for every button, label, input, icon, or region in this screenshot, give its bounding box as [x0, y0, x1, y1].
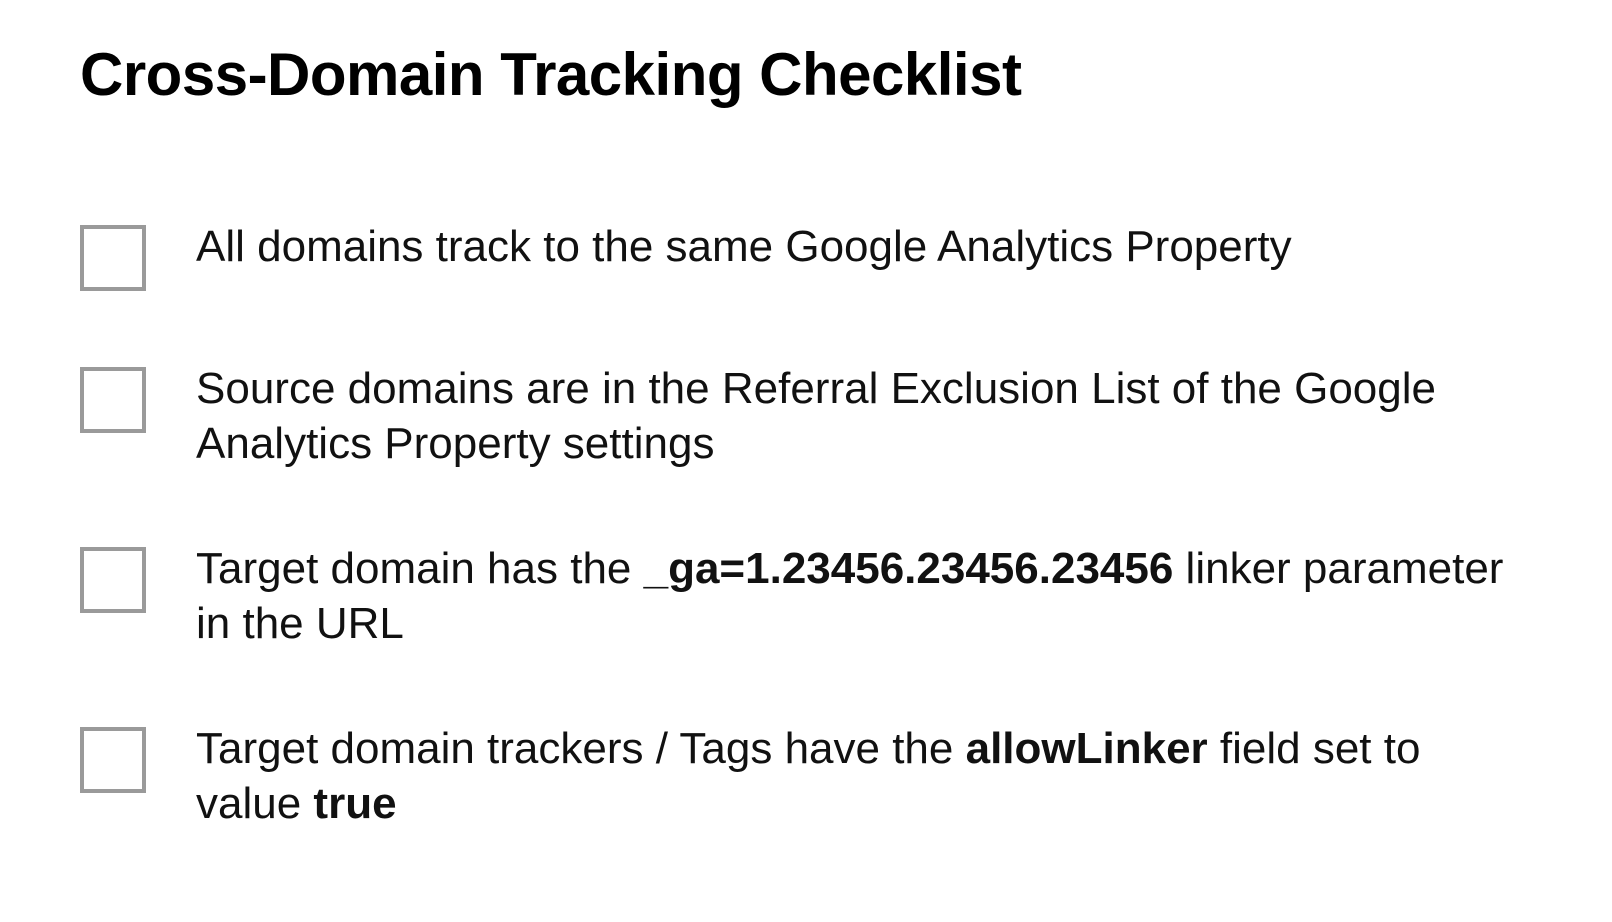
page-title: Cross-Domain Tracking Checklist — [80, 40, 1532, 109]
checkbox-icon[interactable] — [80, 547, 146, 613]
label-text: Target domain has the — [196, 544, 644, 593]
checklist-item-label: Target domain trackers / Tags have the a… — [196, 721, 1532, 831]
checklist-item: Source domains are in the Referral Exclu… — [80, 361, 1532, 471]
checklist-item-label: Source domains are in the Referral Exclu… — [196, 361, 1532, 471]
checklist-item: All domains track to the same Google Ana… — [80, 219, 1532, 291]
checkbox-icon[interactable] — [80, 225, 146, 291]
checkbox-icon[interactable] — [80, 727, 146, 793]
label-text: Source domains are in the Referral Exclu… — [196, 364, 1436, 468]
label-text: All domains track to the same Google Ana… — [196, 222, 1292, 271]
label-bold: allowLinker — [966, 724, 1208, 773]
label-bold: true — [313, 779, 396, 828]
checklist: All domains track to the same Google Ana… — [80, 219, 1532, 831]
label-text: Target domain trackers / Tags have the — [196, 724, 966, 773]
checklist-item: Target domain has the _ga=1.23456.23456.… — [80, 541, 1532, 651]
checklist-item-label: Target domain has the _ga=1.23456.23456.… — [196, 541, 1532, 651]
page: Cross-Domain Tracking Checklist All doma… — [0, 0, 1612, 871]
checkbox-icon[interactable] — [80, 367, 146, 433]
checklist-item: Target domain trackers / Tags have the a… — [80, 721, 1532, 831]
label-bold: _ga=1.23456.23456.23456 — [644, 544, 1174, 593]
checklist-item-label: All domains track to the same Google Ana… — [196, 219, 1532, 274]
